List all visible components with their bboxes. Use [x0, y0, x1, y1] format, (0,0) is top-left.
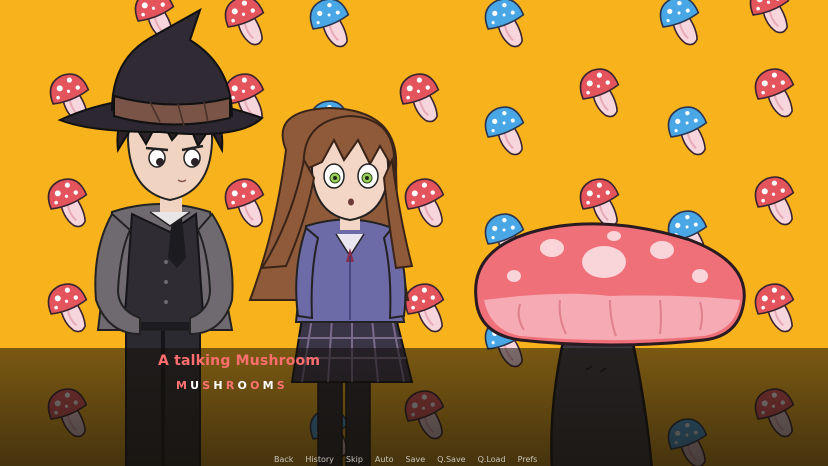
dialogue-letter: S — [276, 379, 288, 392]
auto-button[interactable]: Auto — [369, 455, 400, 464]
dialogue-letter: H — [213, 379, 226, 392]
save-button[interactable]: Save — [399, 455, 431, 464]
game-stage[interactable]: A talking Mushroom MUSHROOMS Back Histor… — [0, 0, 828, 466]
back-button[interactable]: Back — [268, 455, 299, 464]
dialogue-letter: R — [225, 379, 238, 392]
dialogue-text: MUSHROOMS — [176, 379, 288, 392]
dialogue-letter: M — [176, 379, 191, 392]
dialogue-letter: O — [237, 379, 251, 392]
dialogue-letter: S — [202, 379, 214, 392]
speaker-name: A talking Mushroom — [158, 353, 321, 369]
skip-button[interactable]: Skip — [340, 455, 369, 464]
dialogue-letter: M — [262, 379, 277, 392]
quick-save-button[interactable]: Q.Save — [431, 455, 471, 464]
dialogue-letter: O — [250, 379, 263, 392]
history-button[interactable]: History — [299, 455, 339, 464]
quick-load-button[interactable]: Q.Load — [472, 455, 512, 464]
quick-menu: Back History Skip Auto Save Q.Save Q.Loa… — [268, 455, 543, 464]
preferences-button[interactable]: Prefs — [512, 455, 544, 464]
dialogue-box[interactable] — [0, 348, 828, 466]
dialogue-letter: U — [190, 379, 203, 392]
